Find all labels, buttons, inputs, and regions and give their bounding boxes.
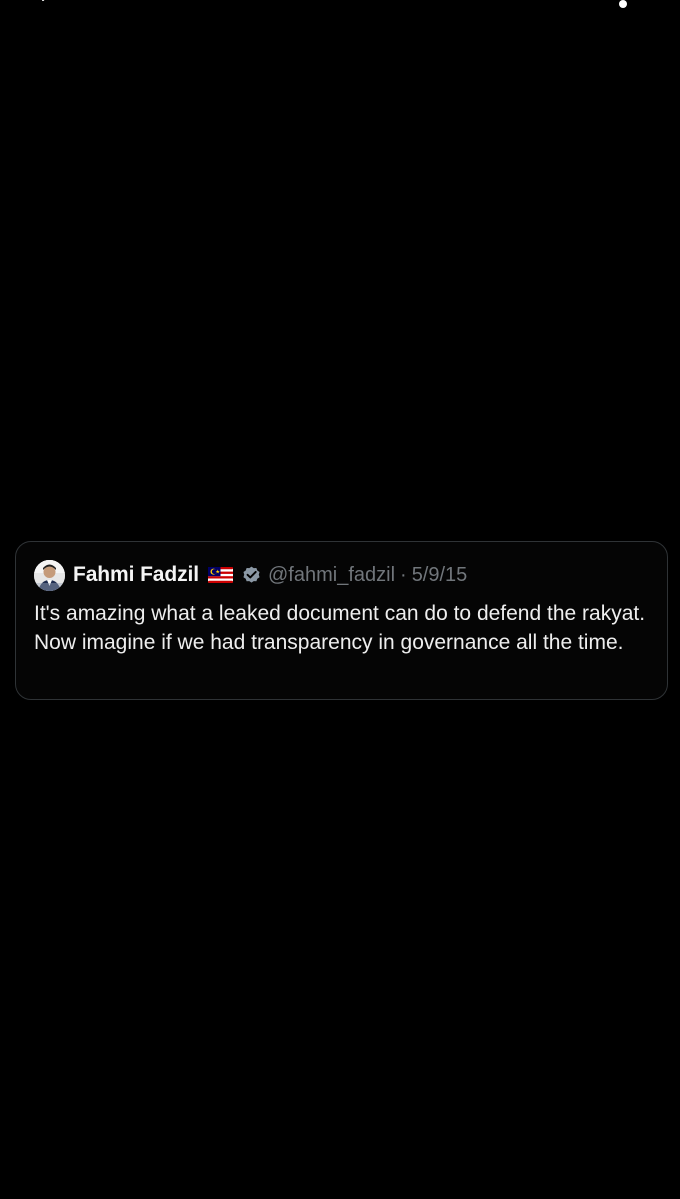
display-name[interactable]: Fahmi Fadzil — [73, 563, 199, 587]
profile-photo-icon — [34, 559, 65, 591]
user-handle[interactable]: @fahmi_fadzil — [268, 564, 395, 587]
dark-screen: Fahmi Fadzil @fahmi_fadzil · 5/9/15 It's… — [0, 0, 680, 1199]
back-arrow-fragment-icon[interactable] — [40, 0, 50, 4]
verified-badge-icon — [243, 566, 260, 583]
avatar[interactable] — [34, 559, 65, 591]
more-options-icon[interactable] — [619, 0, 627, 8]
tweet-date[interactable]: 5/9/15 — [412, 564, 468, 587]
quoted-tweet-card[interactable]: Fahmi Fadzil @fahmi_fadzil · 5/9/15 It's… — [15, 541, 668, 700]
tweet-text: It's amazing what a leaked document can … — [34, 602, 646, 654]
tweet-header: Fahmi Fadzil @fahmi_fadzil · 5/9/15 — [34, 559, 649, 591]
malaysia-flag-icon — [207, 567, 233, 583]
separator-dot: · — [400, 563, 407, 586]
